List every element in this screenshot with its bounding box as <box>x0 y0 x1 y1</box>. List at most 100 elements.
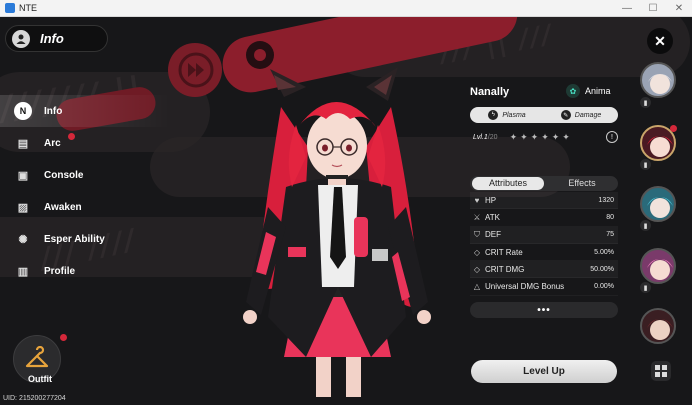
stat-value: 0.00% <box>594 283 614 291</box>
stat-label: CRIT DMG <box>485 264 525 274</box>
page-header: Info <box>5 25 108 52</box>
window-controls: — ☐ ✕ <box>614 0 692 17</box>
maximize-button[interactable]: ☐ <box>640 0 666 17</box>
tab-effects[interactable]: Effects <box>546 176 618 191</box>
stat-row-universal-dmg-bonus: △ Universal DMG Bonus 0.00% <box>470 278 618 296</box>
level-up-button[interactable]: Level Up <box>471 360 617 383</box>
level-row: Lvl. 1 / 20 ✦ ✦ ✦ ✦ ✦ ✦ ! <box>473 130 618 144</box>
character-name: Nanally <box>470 86 510 98</box>
stat-row-crit-dmg: ◇ CRIT DMG 50.00% <box>470 261 618 279</box>
grid-icon <box>655 365 667 377</box>
stat-value: 5.00% <box>594 248 614 256</box>
element-label: Anima <box>585 86 611 96</box>
uid-label: UID: 215200277204 <box>3 395 66 402</box>
profile-icon: ▥ <box>17 265 29 278</box>
ascension-stars: ✦ ✦ ✦ ✦ ✦ ✦ <box>510 132 570 143</box>
stat-value: 80 <box>606 213 614 221</box>
triangle-icon: △ <box>473 282 481 292</box>
roster-grid-button[interactable] <box>651 361 671 381</box>
stat-label: CRIT Rate <box>485 247 523 257</box>
outfit-notification-badge <box>60 334 67 341</box>
more-stats-button[interactable]: ••• <box>470 302 618 318</box>
nav-item-info[interactable]: N Info <box>0 95 170 127</box>
star-icon: ✦ <box>562 131 570 142</box>
plasma-icon: ϟ <box>488 110 499 120</box>
nav-item-label: Profile <box>44 265 76 277</box>
nav-item-label: Arc <box>44 137 61 149</box>
stats-list: ♥ HP 1320 ⚔ ATK 80 ⛉ DEF 75 ◇ CRIT Rate … <box>470 192 618 296</box>
tab-attributes[interactable]: Attributes <box>472 177 544 190</box>
lock-icon: ▮ <box>640 159 651 170</box>
star-icon: ✦ <box>551 131 560 142</box>
stat-row-def: ⛉ DEF 75 <box>470 226 618 244</box>
lock-icon: ▮ <box>640 97 651 108</box>
nav-item-label: Awaken <box>44 201 82 213</box>
roster-portrait[interactable] <box>640 308 676 344</box>
info-page-icon <box>12 29 30 48</box>
nav-item-awaken[interactable]: ▨ Awaken <box>0 191 170 223</box>
tag-damage: ✎ Damage <box>544 110 618 120</box>
stat-label: HP <box>485 195 497 205</box>
minimize-button[interactable]: — <box>614 0 640 17</box>
stat-row-hp: ♥ HP 1320 <box>470 192 618 210</box>
arc-icon: ▤ <box>17 137 29 150</box>
star-icon: ✦ <box>520 131 528 142</box>
nav-item-label: Esper Ability <box>44 233 105 245</box>
nav-item-esper-ability[interactable]: ✺ Esper Ability <box>0 223 170 255</box>
close-button[interactable]: ✕ <box>647 28 673 54</box>
outfit-label: Outfit <box>28 374 52 384</box>
stat-value: 50.00% <box>590 265 614 273</box>
sword-icon: ⚔ <box>473 212 481 222</box>
page-title: Info <box>40 31 64 46</box>
window-close-button[interactable]: ✕ <box>666 0 692 17</box>
stat-label: DEF <box>485 230 501 240</box>
diamond-icon: ◇ <box>473 264 481 274</box>
star-icon: ✦ <box>530 131 539 142</box>
stat-row-atk: ⚔ ATK 80 <box>470 209 618 227</box>
roster-portrait[interactable] <box>640 248 676 284</box>
fast-forward-icon <box>178 52 214 88</box>
level-info-icon[interactable]: ! <box>606 131 618 143</box>
window-titlebar: NTE — ☐ ✕ <box>0 0 692 17</box>
roster-portrait[interactable] <box>640 62 676 98</box>
tag-label: Damage <box>574 111 602 119</box>
heart-icon: ♥ <box>474 195 480 205</box>
level-max: 20 <box>489 133 498 141</box>
app-logo-icon <box>5 3 15 13</box>
diamond-icon: ◇ <box>473 247 481 257</box>
stat-label: Universal DMG Bonus <box>485 282 565 292</box>
stat-label: ATK <box>485 212 500 222</box>
nav-item-arc[interactable]: ▤ Arc <box>0 127 170 159</box>
star-icon: ✦ <box>541 131 549 142</box>
stat-row-crit-rate: ◇ CRIT Rate 5.00% <box>470 244 618 262</box>
console-icon: ▣ <box>17 169 29 182</box>
tag-plasma: ϟ Plasma <box>470 110 544 120</box>
notification-badge <box>670 125 677 132</box>
damage-icon: ✎ <box>560 110 571 120</box>
stat-value: 75 <box>606 231 614 239</box>
window-title: NTE <box>19 3 37 13</box>
character-element: ✿ Anima <box>566 84 611 98</box>
shield-icon: ⛉ <box>474 229 480 239</box>
lock-icon: ▮ <box>640 282 651 293</box>
nav-item-console[interactable]: ▣ Console <box>0 159 170 191</box>
esper-ability-icon: ✺ <box>18 233 28 246</box>
tag-label: Plasma <box>502 111 526 119</box>
info-icon: N <box>14 102 32 120</box>
side-nav: N Info ▤ Arc ▣ Console ▨ Awaken ✺ Esper … <box>0 95 170 287</box>
nav-item-profile[interactable]: ▥ Profile <box>0 255 170 287</box>
nav-item-label: Console <box>44 169 84 181</box>
character-model[interactable] <box>226 57 448 405</box>
star-icon: ✦ <box>509 131 518 142</box>
hanger-icon <box>25 346 49 368</box>
lock-icon: ▮ <box>640 220 651 231</box>
stat-value: 1320 <box>598 196 614 204</box>
awaken-icon: ▨ <box>17 201 29 214</box>
anima-element-icon: ✿ <box>566 84 580 98</box>
roster-portrait[interactable] <box>640 186 676 222</box>
panel-tabs: Attributes Effects <box>470 176 618 191</box>
level-label: Lvl. <box>473 133 484 141</box>
notification-badge <box>68 133 75 140</box>
game-viewport: /////// || /// || /// /// //// Info ✕ N … <box>0 17 692 405</box>
character-tags: ϟ Plasma ✎ Damage <box>470 107 618 123</box>
